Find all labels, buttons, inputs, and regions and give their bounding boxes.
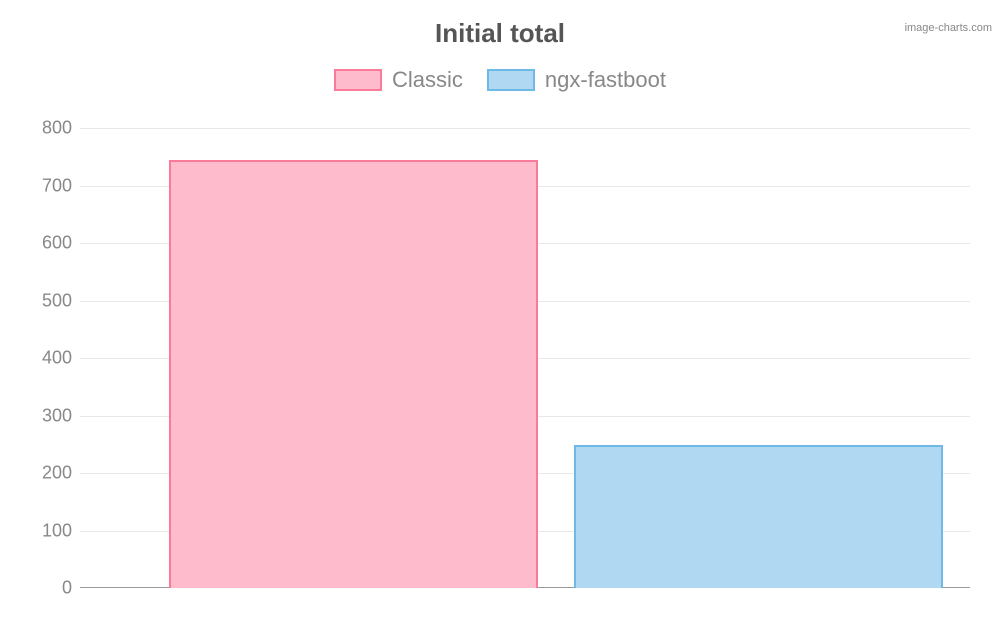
- gridline: [80, 128, 970, 129]
- legend: Classic ngx-fastboot: [0, 67, 1000, 93]
- plot-area: [80, 128, 970, 588]
- y-tick: 200: [42, 463, 72, 484]
- y-tick: 100: [42, 520, 72, 541]
- chart-title: Initial total: [0, 18, 1000, 49]
- watermark: image-charts.com: [905, 22, 992, 34]
- bar-classic: [169, 160, 538, 588]
- y-tick: 800: [42, 118, 72, 139]
- legend-label-classic: Classic: [392, 67, 463, 93]
- y-tick: 400: [42, 348, 72, 369]
- legend-item-ngx-fastboot: ngx-fastboot: [487, 67, 666, 93]
- y-tick: 700: [42, 175, 72, 196]
- y-tick: 500: [42, 290, 72, 311]
- legend-item-classic: Classic: [334, 67, 463, 93]
- legend-label-ngx-fastboot: ngx-fastboot: [545, 67, 666, 93]
- y-tick: 600: [42, 233, 72, 254]
- y-tick: 0: [62, 578, 72, 599]
- bar-ngx-fastboot: [574, 445, 943, 588]
- legend-swatch-classic: [334, 69, 382, 91]
- plot-container: 0100200300400500600700800: [30, 128, 970, 588]
- y-axis: 0100200300400500600700800: [30, 128, 80, 588]
- legend-swatch-ngx-fastboot: [487, 69, 535, 91]
- y-tick: 300: [42, 405, 72, 426]
